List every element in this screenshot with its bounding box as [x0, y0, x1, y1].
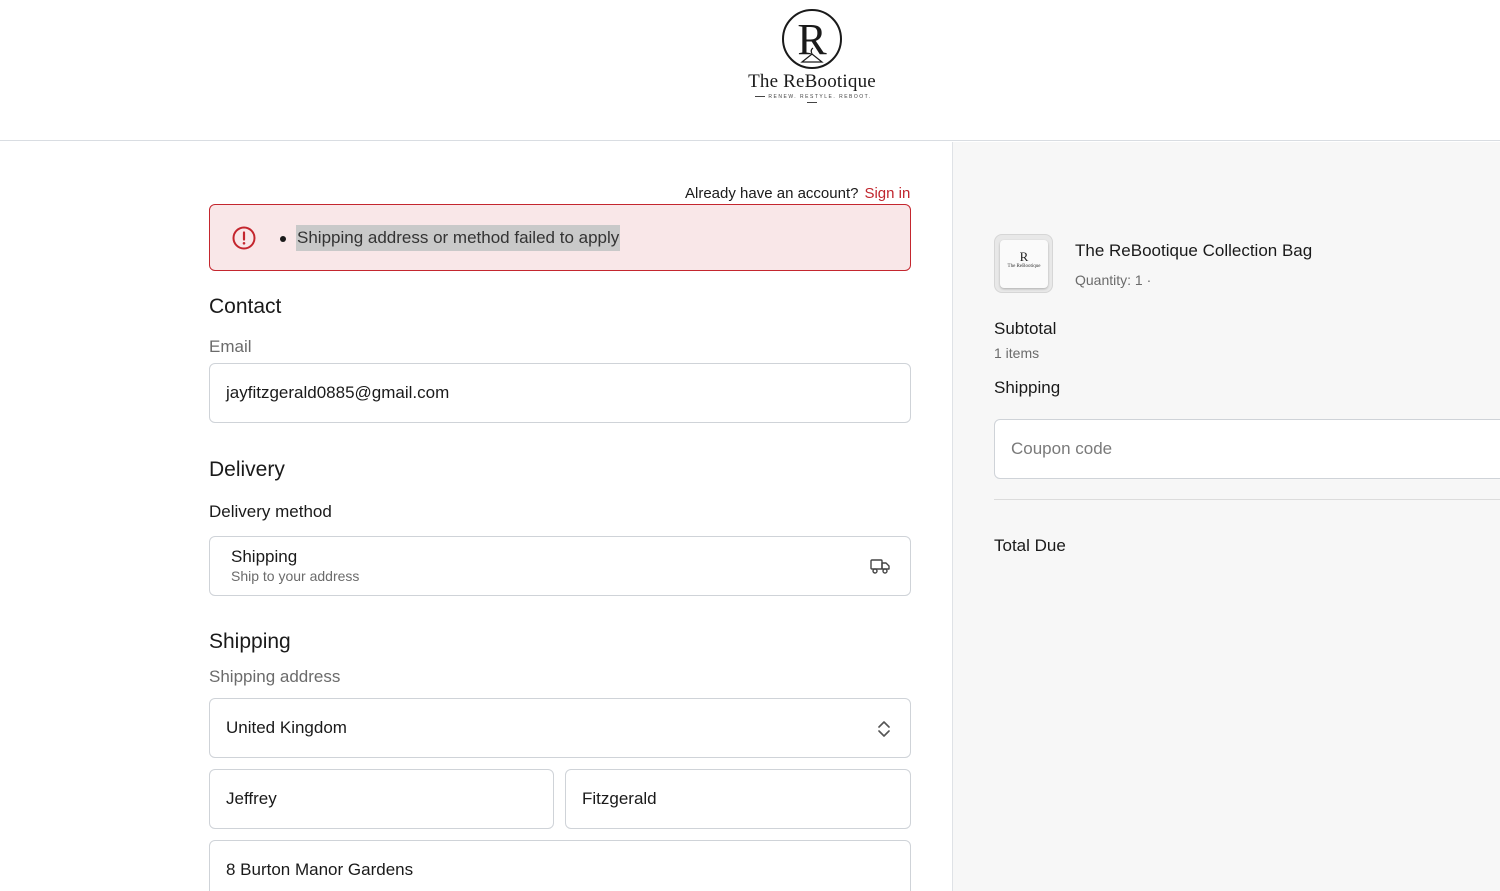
first-name-field[interactable]: Jeffrey [209, 769, 554, 829]
product-thumbnail: R The ReBootique [994, 234, 1053, 293]
account-prompt: Already have an account? Sign in [685, 185, 910, 202]
brand-tagline: RENEW. RESTYLE. REBOOT. [748, 94, 876, 106]
country-select[interactable]: United Kingdom [209, 698, 911, 758]
delivery-method-label: Delivery method [209, 502, 332, 521]
alert-circle-icon [232, 226, 256, 250]
svg-text:R: R [797, 15, 827, 64]
delivery-option-title: Shipping [231, 547, 298, 566]
last-name-field[interactable]: Fitzgerald [565, 769, 911, 829]
chevron-up-down-icon [878, 721, 890, 737]
thumb-monogram: R [1019, 249, 1029, 264]
delivery-option-subtitle: Ship to your address [231, 568, 360, 584]
email-field[interactable]: jayfitzgerald0885@gmail.com [209, 363, 911, 423]
address-line1-field[interactable]: 8 Burton Manor Gardens [209, 840, 911, 891]
contact-heading: Contact [209, 295, 282, 318]
items-count: 1 items [994, 345, 1040, 361]
error-message: Shipping address or method failed to app… [296, 225, 621, 251]
delivery-heading: Delivery [209, 458, 285, 481]
coupon-code-input[interactable]: Coupon code [994, 419, 1500, 479]
bag-image: R The ReBootique [1000, 240, 1048, 288]
summary-divider [994, 499, 1500, 500]
truck-icon [870, 559, 890, 574]
account-prompt-text: Already have an account? [685, 185, 859, 202]
summary-shipping-label: Shipping [994, 378, 1061, 397]
product-quantity: Quantity: 1 · [1075, 272, 1152, 288]
subtotal-label: Subtotal [994, 319, 1057, 338]
site-header: R The ReBootique RENEW. RESTYLE. REBOOT. [0, 0, 1500, 141]
delivery-option-shipping[interactable]: Shipping Ship to your address [209, 536, 911, 596]
thumb-brand-name: The ReBootique [1007, 264, 1041, 269]
error-alert: Shipping address or method failed to app… [209, 204, 911, 271]
brand-name: The ReBootique [748, 71, 876, 92]
email-label: Email [209, 337, 252, 356]
product-name: The ReBootique Collection Bag [1075, 241, 1313, 260]
bullet-icon [280, 236, 286, 242]
shipping-heading: Shipping [209, 630, 291, 653]
total-due-label: Total Due [994, 536, 1066, 555]
shipping-address-label: Shipping address [209, 667, 341, 686]
monogram-logo-icon: R [782, 9, 842, 69]
sign-in-link[interactable]: Sign in [864, 185, 910, 202]
brand-logo[interactable]: R The ReBootique RENEW. RESTYLE. REBOOT. [748, 6, 876, 104]
country-select-value: United Kingdom [226, 718, 347, 737]
